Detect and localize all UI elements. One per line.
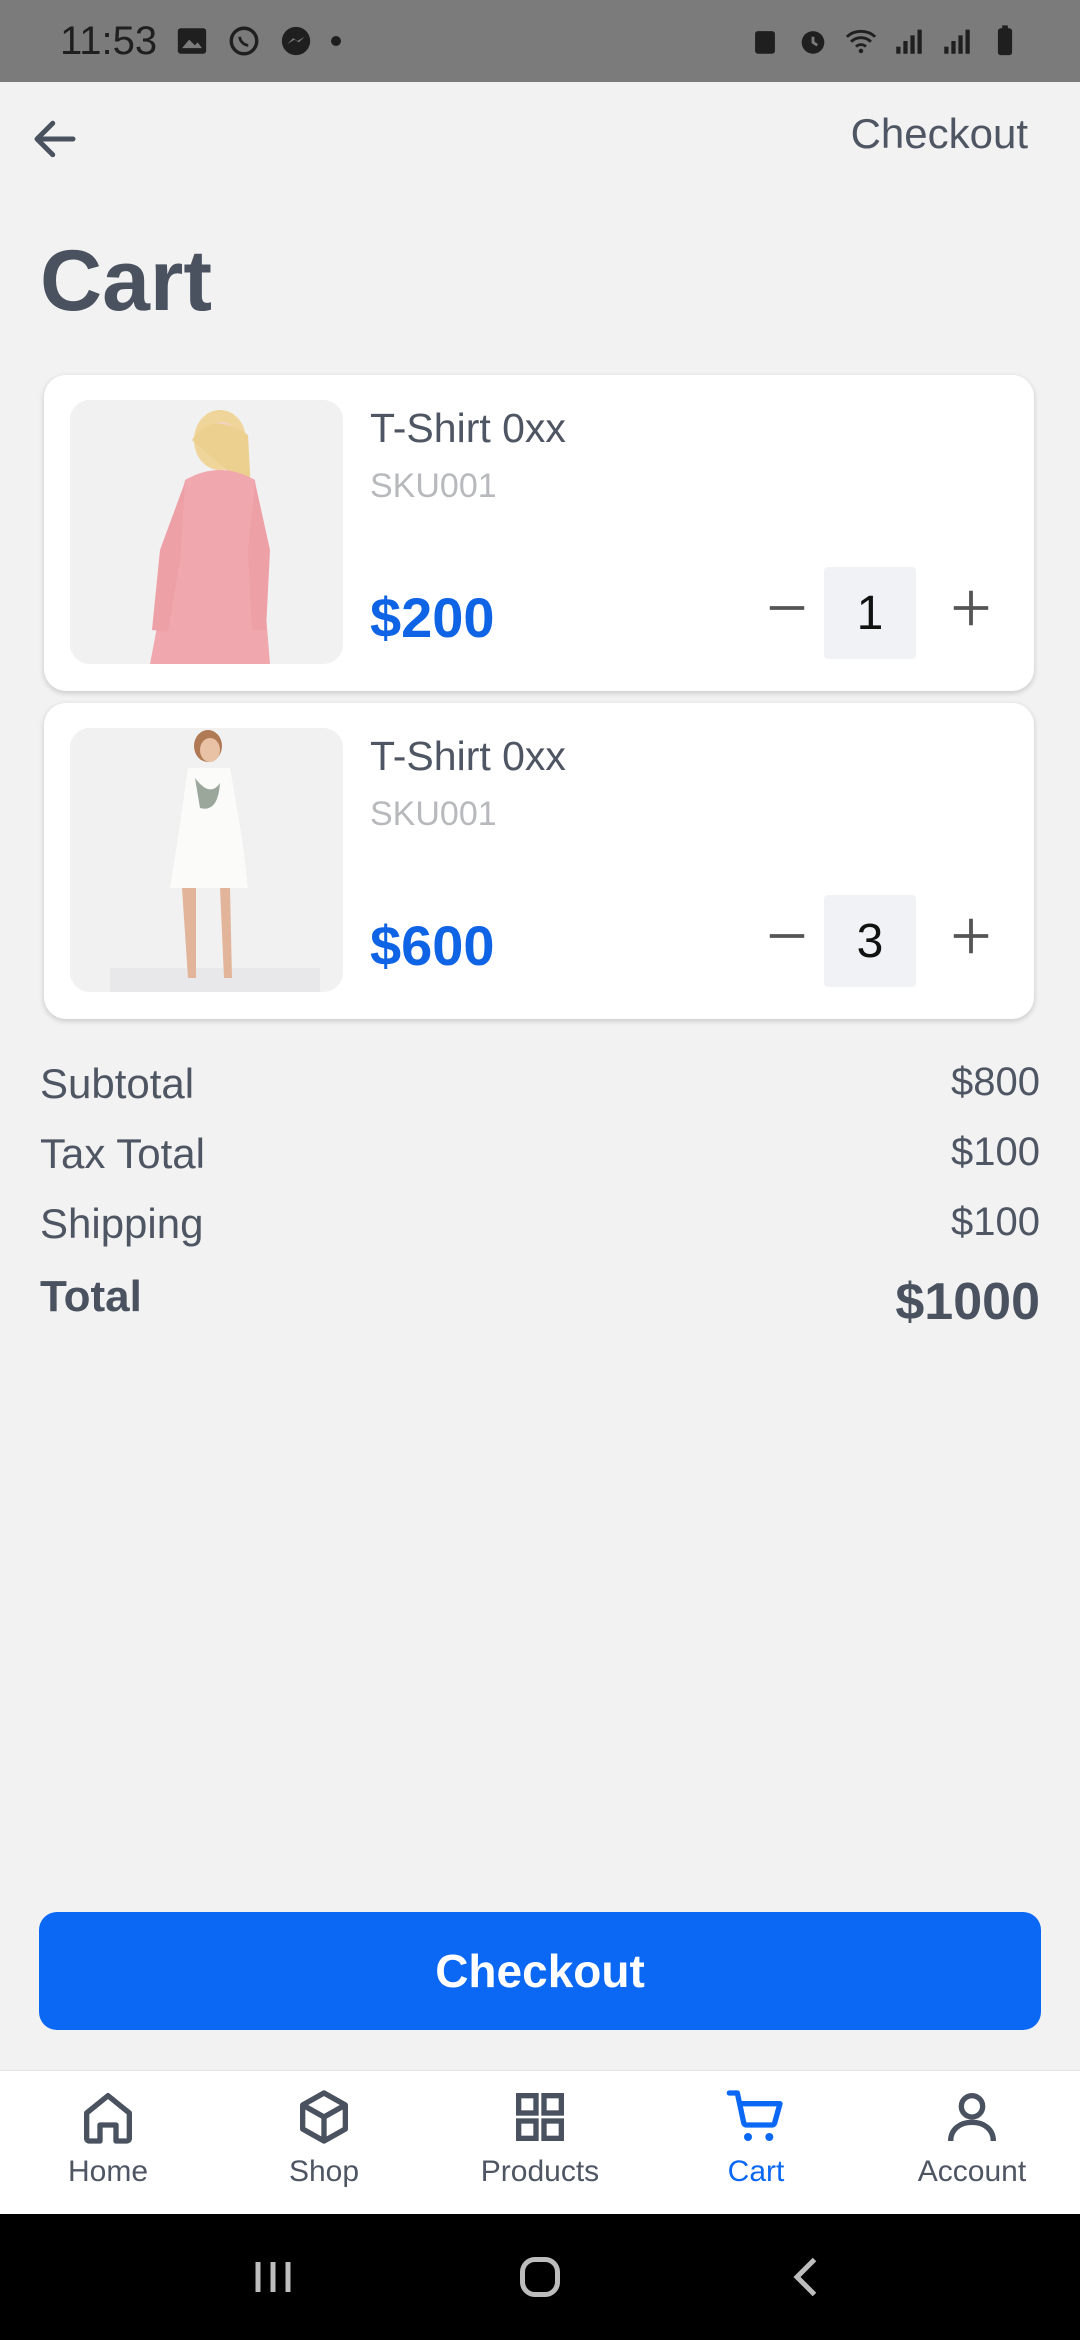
home-button-icon[interactable] [510, 2247, 570, 2307]
checkout-button[interactable]: Checkout [39, 1912, 1041, 2030]
product-price: $600 [370, 914, 495, 977]
nav-item-cart[interactable]: Cart [648, 2071, 864, 2214]
status-bar: 11:53 [0, 0, 1080, 82]
signal-icon [896, 29, 922, 54]
back-arrow-icon[interactable] [28, 112, 82, 166]
system-nav-bar [0, 2214, 1080, 2340]
minus-icon [769, 606, 805, 610]
subtotal-value: $800 [951, 1060, 1040, 1104]
product-image[interactable] [70, 728, 343, 992]
minus-icon [769, 934, 805, 938]
total-row: Total $1000 [40, 1272, 1040, 1332]
battery-icon [997, 25, 1013, 56]
product-name: T-Shirt 0xx [370, 405, 566, 451]
nav-label-home: Home [67, 2155, 149, 2188]
product-sku: SKU001 [370, 795, 497, 833]
nav-label-cart: Cart [727, 2155, 785, 2188]
wifi-icon [845, 29, 877, 54]
user-icon [948, 2093, 996, 2142]
decrease-quantity-button[interactable] [754, 903, 820, 969]
status-time: 11:53 [60, 18, 158, 63]
total-label: Total [40, 1272, 142, 1321]
shipping-value: $100 [951, 1200, 1040, 1244]
tax-row: Tax Total $100 [40, 1130, 1040, 1178]
total-value: $1000 [895, 1273, 1040, 1331]
messenger-icon [281, 26, 311, 56]
page-title: Cart [40, 233, 213, 329]
whatsapp-icon [229, 26, 259, 56]
tax-label: Tax Total [40, 1130, 205, 1177]
nav-item-home[interactable]: Home [0, 2071, 216, 2214]
nav-label-products: Products [480, 2155, 600, 2188]
box-icon [300, 2090, 348, 2144]
product-image[interactable] [70, 400, 343, 664]
tax-value: $100 [951, 1130, 1040, 1174]
home-icon [84, 2093, 132, 2144]
signal-icon-2 [944, 29, 970, 54]
recent-apps-icon[interactable] [243, 2247, 303, 2307]
increase-quantity-button[interactable] [938, 903, 1004, 969]
quantity-value[interactable]: 3 [824, 895, 916, 987]
cart-item-card[interactable]: T-Shirt 0xx SKU001 $600 3 [44, 703, 1034, 1019]
lock-battery-icon [755, 31, 775, 54]
top-bar: Checkout [0, 82, 1080, 192]
cart-icon [726, 2090, 783, 2141]
subtotal-label: Subtotal [40, 1060, 195, 1107]
nav-label-shop: Shop [288, 2155, 360, 2188]
gallery-icon [177, 28, 207, 54]
quantity-value[interactable]: 1 [824, 567, 916, 659]
nav-item-account[interactable]: Account [864, 2071, 1080, 2214]
back-button-icon[interactable] [777, 2247, 837, 2307]
nav-item-shop[interactable]: Shop [216, 2071, 432, 2214]
notification-dot-icon [331, 36, 342, 46]
white-dress-image [70, 728, 343, 992]
decrease-quantity-button[interactable] [754, 575, 820, 641]
shipping-label: Shipping [40, 1200, 204, 1247]
bottom-nav: Home Shop Products Cart Account [0, 2070, 1080, 2214]
cart-item-card[interactable]: T-Shirt 0xx SKU001 $200 1 [44, 375, 1034, 691]
increase-quantity-button[interactable] [938, 575, 1004, 641]
alarm-icon [801, 31, 825, 54]
nav-label-account: Account [917, 2155, 1027, 2188]
plus-icon [953, 918, 989, 954]
grid-icon [516, 2093, 564, 2141]
subtotal-row: Subtotal $800 [40, 1060, 1040, 1108]
product-name: T-Shirt 0xx [370, 733, 566, 779]
nav-item-products[interactable]: Products [432, 2071, 648, 2214]
shipping-row: Shipping $100 [40, 1200, 1040, 1248]
pink-dress-image [70, 400, 343, 664]
product-price: $200 [370, 586, 495, 649]
plus-icon [953, 590, 989, 626]
top-checkout-link[interactable]: Checkout [851, 110, 1028, 158]
product-sku: SKU001 [370, 467, 497, 505]
